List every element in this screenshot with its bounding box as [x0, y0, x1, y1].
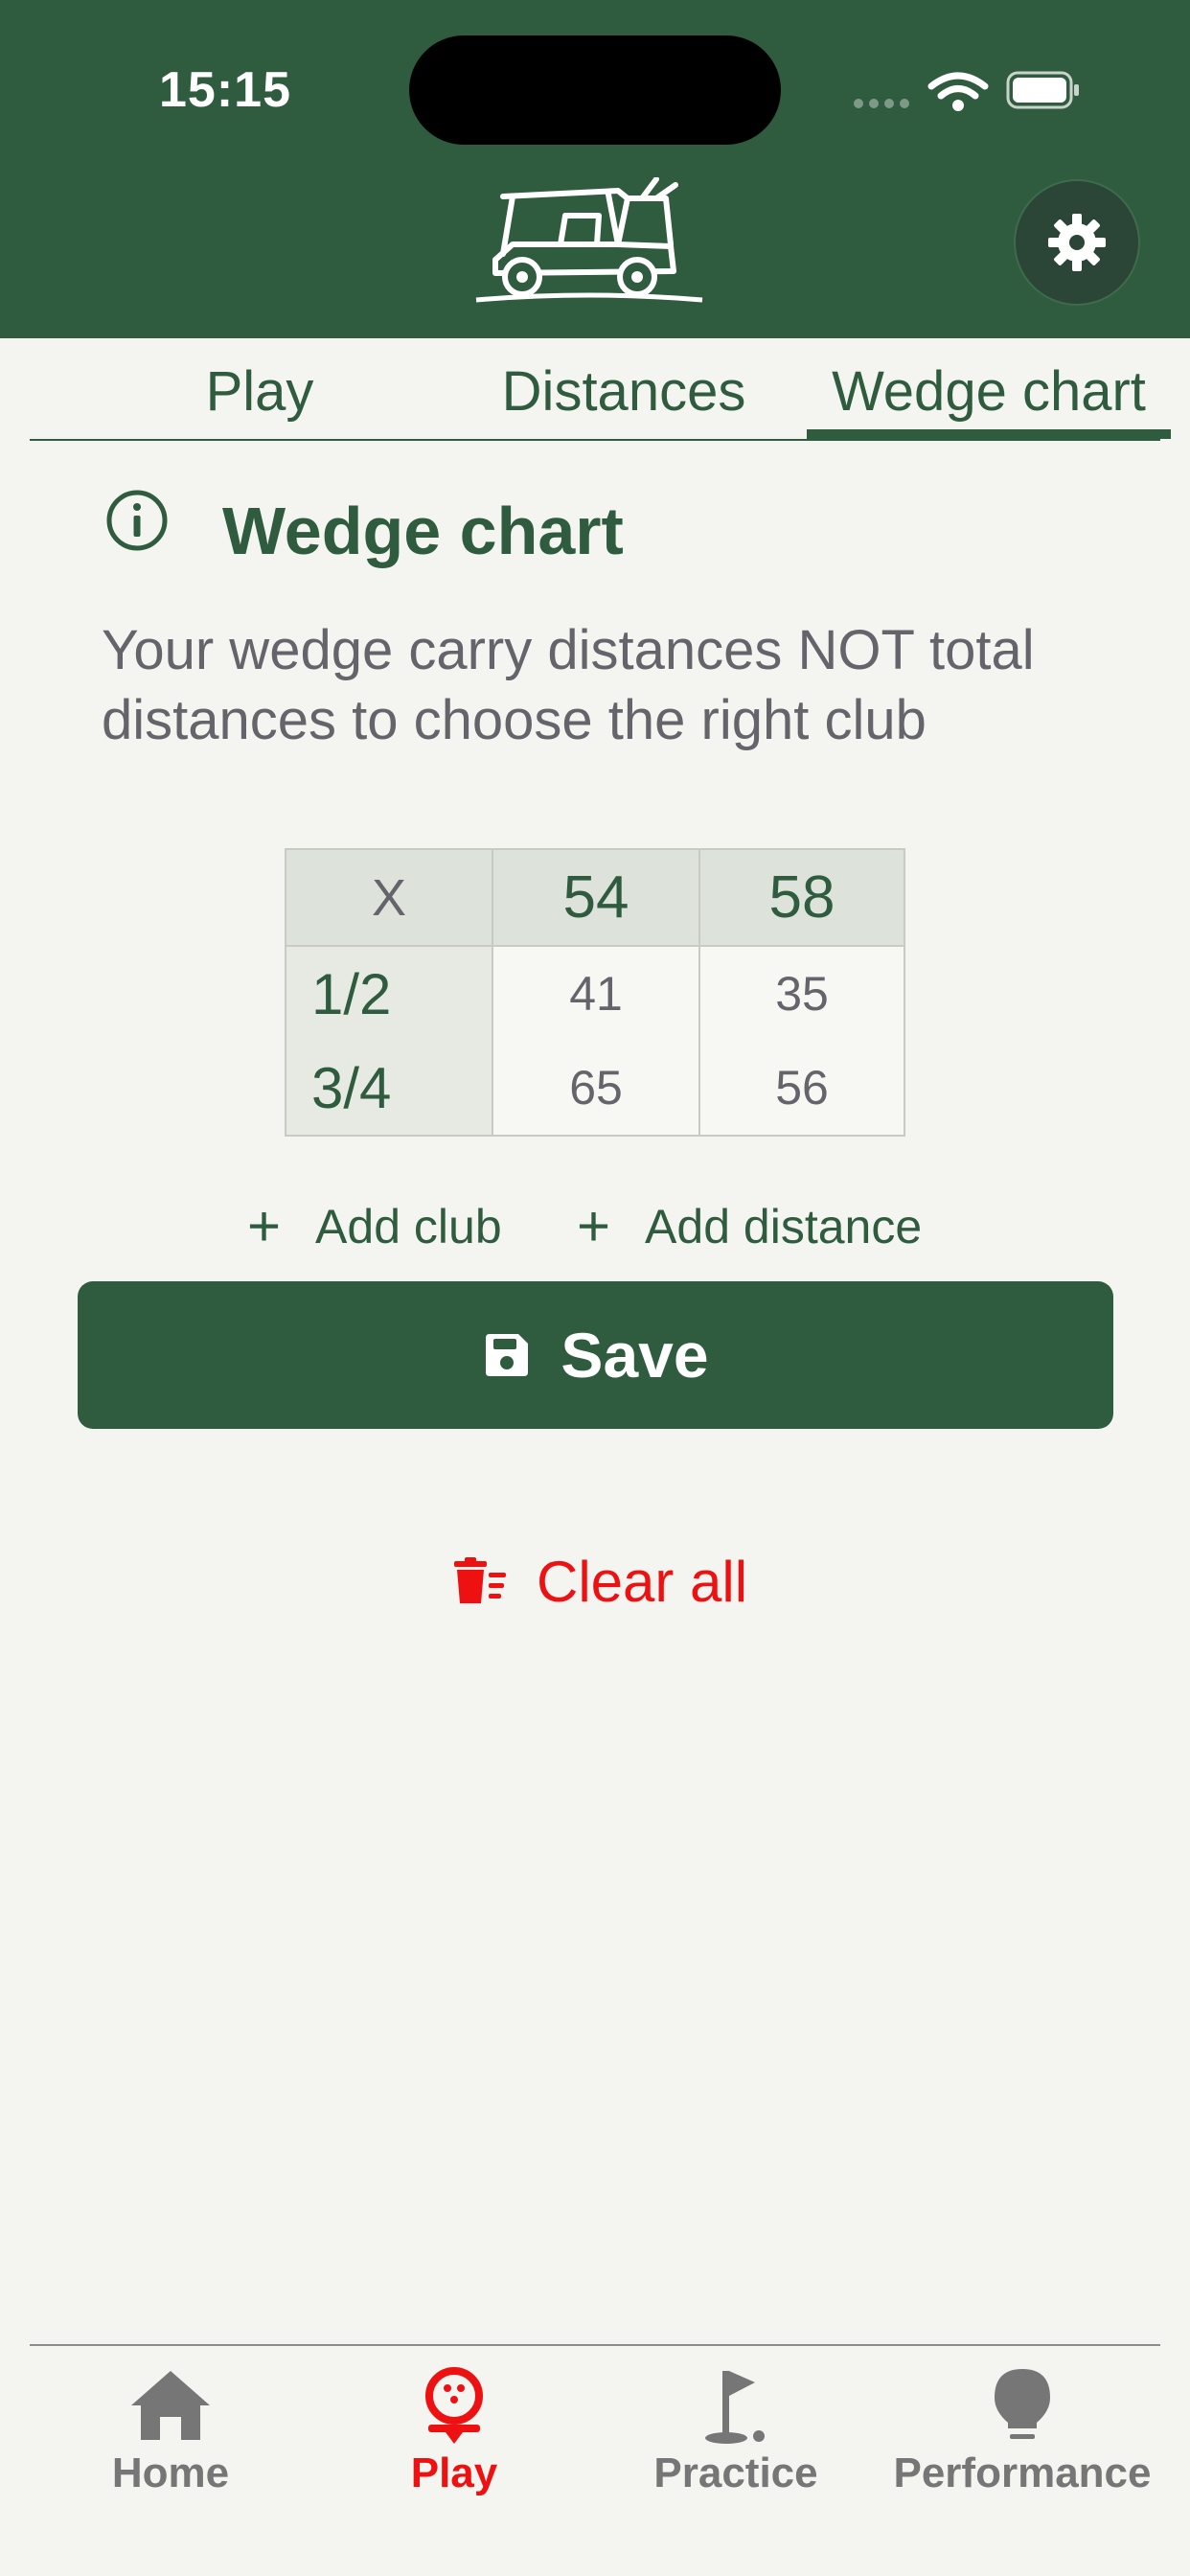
- clear-all-label: Clear all: [537, 1549, 748, 1614]
- golf-ball-tee-icon: [425, 2367, 483, 2444]
- save-label: Save: [561, 1320, 709, 1391]
- add-club-button[interactable]: + Add club: [247, 1193, 502, 1260]
- add-club-label: Add club: [315, 1200, 502, 1254]
- gear-icon: [1048, 214, 1106, 271]
- add-distance-label: Add distance: [645, 1200, 923, 1254]
- distance-cell[interactable]: 56: [700, 1041, 904, 1135]
- table-divider: [286, 945, 904, 947]
- info-icon[interactable]: [105, 489, 169, 552]
- clear-all-button[interactable]: Clear all: [450, 1543, 747, 1620]
- tab-play[interactable]: Play: [145, 359, 375, 424]
- table-corner: X: [286, 850, 492, 945]
- page-title: Wedge chart: [222, 494, 624, 568]
- status-icons: [854, 71, 1079, 111]
- app-header: 15:15: [0, 0, 1190, 338]
- tab-bar: Play Distances Wedge chart: [30, 338, 1171, 444]
- nav-home-label: Home: [111, 2450, 230, 2496]
- swing-row-header[interactable]: 1/2: [286, 947, 492, 1041]
- flag-icon: [705, 2371, 765, 2444]
- tab-divider: [30, 439, 1160, 441]
- nav-play[interactable]: Play: [330, 2367, 579, 2501]
- table-divider: [698, 850, 700, 1135]
- page-description: Your wedge carry distances NOT total dis…: [102, 619, 1035, 751]
- distance-cell[interactable]: 35: [700, 947, 904, 1041]
- status-time: 15:15: [159, 62, 291, 118]
- active-tab-indicator: [807, 429, 1171, 439]
- floppy-disk-icon: [486, 1334, 529, 1376]
- nav-home[interactable]: Home: [46, 2367, 295, 2501]
- home-icon: [131, 2371, 210, 2440]
- nav-practice-label: Practice: [653, 2450, 818, 2496]
- wedge-table: X 54 58 1/2 41 35 3/4 65 56: [285, 848, 905, 1137]
- settings-button[interactable]: [1014, 179, 1140, 306]
- distance-cell[interactable]: 41: [493, 947, 698, 1041]
- lightbulb-icon: [995, 2369, 1050, 2439]
- club-header-cell[interactable]: 58: [700, 850, 904, 945]
- save-button[interactable]: Save: [78, 1281, 1113, 1429]
- club-header-cell[interactable]: 54: [493, 850, 698, 945]
- nav-performance-label: Performance: [893, 2450, 1152, 2496]
- signal-icon: [854, 99, 909, 108]
- nav-play-label: Play: [410, 2450, 498, 2496]
- nav-practice[interactable]: Practice: [611, 2367, 860, 2501]
- trash-icon: [454, 1557, 506, 1603]
- dynamic-island: [409, 35, 781, 145]
- bottom-nav-divider: [30, 2344, 1160, 2346]
- wifi-icon: [927, 72, 989, 100]
- nav-performance[interactable]: Performance: [879, 2367, 1166, 2501]
- table-divider: [492, 850, 493, 1135]
- plus-icon: +: [247, 1194, 282, 1258]
- battery-icon: [1006, 71, 1079, 109]
- swing-row-header[interactable]: 3/4: [286, 1041, 492, 1135]
- tab-wedge-chart[interactable]: Wedge chart: [796, 359, 1181, 424]
- tab-distances[interactable]: Distances: [451, 359, 796, 424]
- add-distance-button[interactable]: + Add distance: [577, 1193, 922, 1260]
- plus-icon: +: [577, 1194, 611, 1258]
- golf-cart-logo-icon: [475, 177, 703, 303]
- distance-cell[interactable]: 65: [493, 1041, 698, 1135]
